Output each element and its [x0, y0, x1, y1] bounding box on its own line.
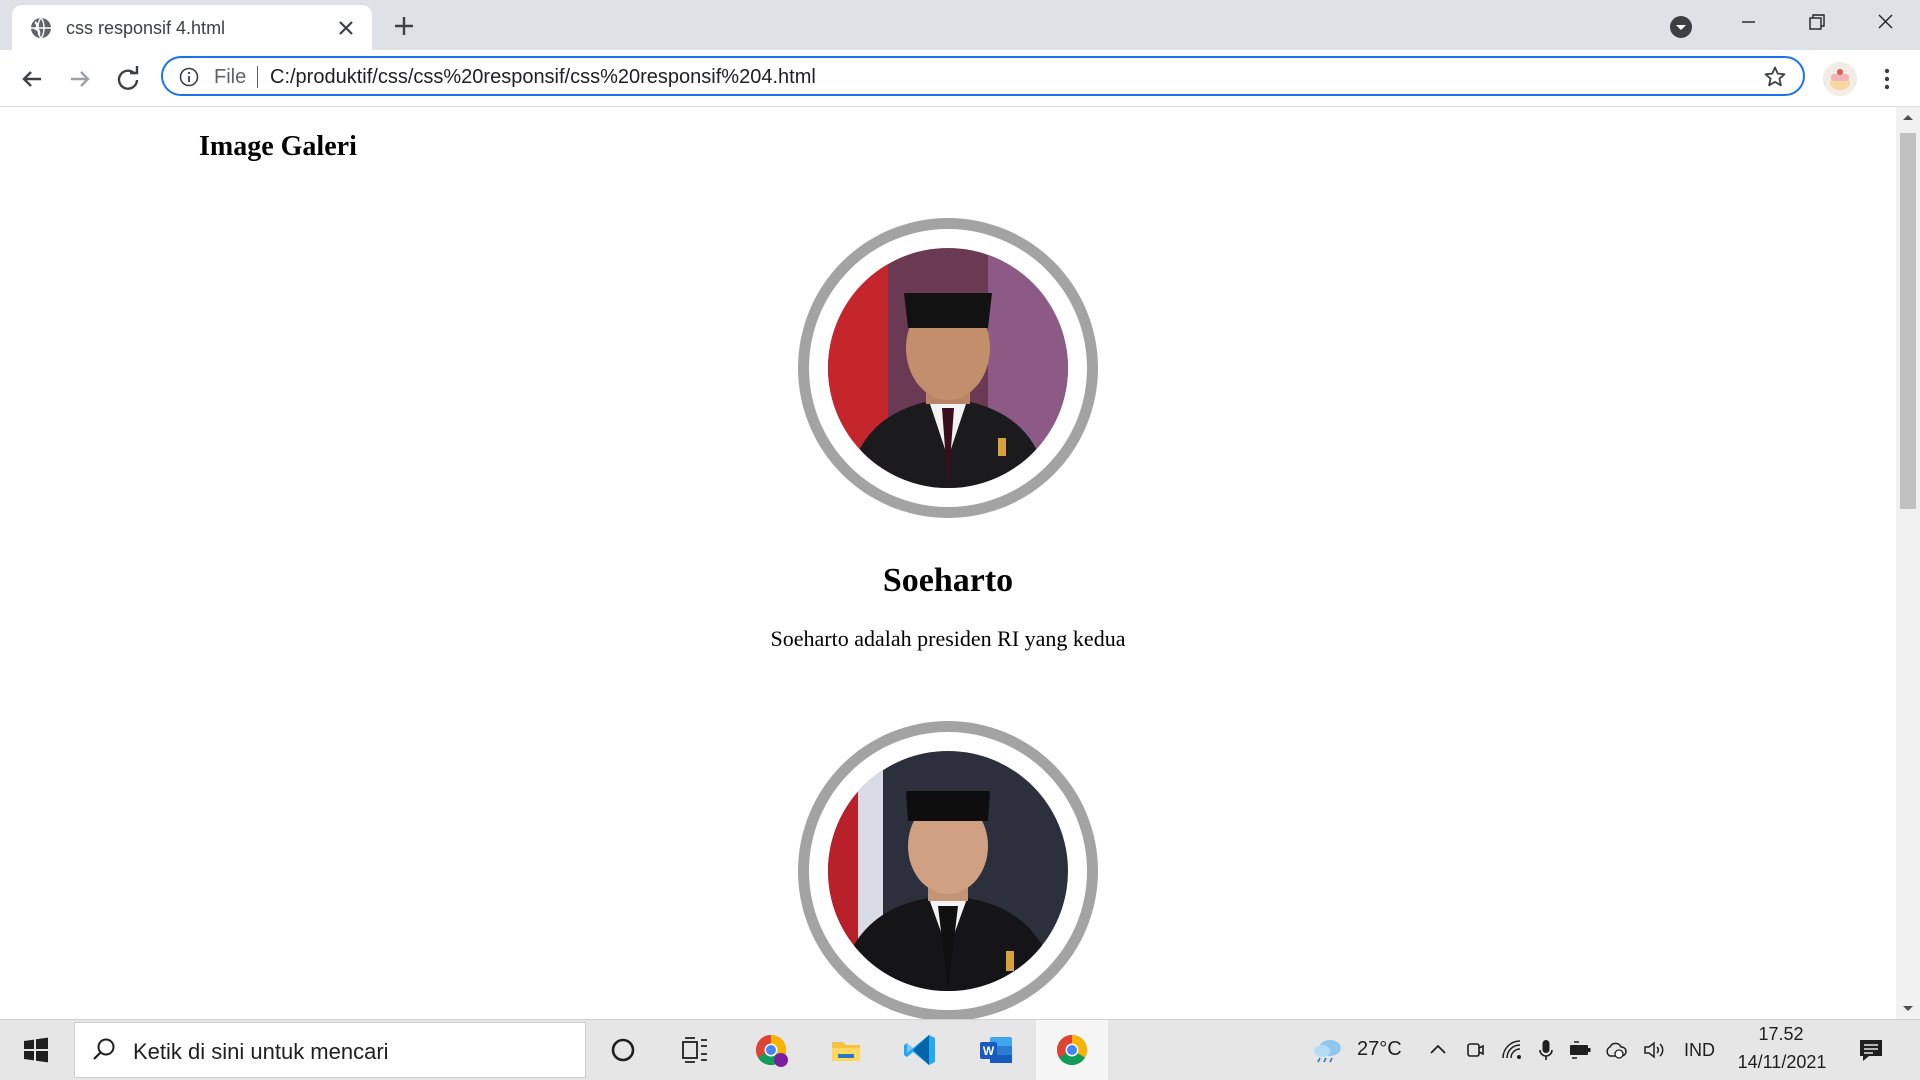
- globe-icon: [31, 17, 51, 39]
- tab-title: css responsif 4.html: [66, 18, 226, 38]
- url-text[interactable]: C:/produktif/css/css%20responsif/css%20r…: [270, 66, 816, 89]
- reload-icon[interactable]: [113, 64, 143, 94]
- more-menu-icon[interactable]: [1872, 64, 1902, 94]
- input-language[interactable]: IND: [1684, 1040, 1715, 1061]
- tab-search-icon[interactable]: [1668, 14, 1694, 40]
- file-explorer-icon[interactable]: [810, 1020, 882, 1080]
- word-icon[interactable]: W: [960, 1020, 1032, 1080]
- gallery-item: [0, 721, 1896, 1019]
- address-separator: [257, 66, 258, 88]
- task-view-icon[interactable]: [659, 1020, 731, 1080]
- photo-frame: [798, 721, 1098, 1019]
- minimize-icon[interactable]: [1713, 0, 1783, 46]
- search-placeholder: Ketik di sini untuk mencari: [133, 1039, 389, 1064]
- scroll-down-arrow-icon[interactable]: [1896, 999, 1920, 1019]
- person-description: Soeharto adalah presiden RI yang kedua: [770, 626, 1126, 651]
- profile-avatar-icon: [1823, 62, 1857, 96]
- chrome-icon[interactable]: [1036, 1020, 1108, 1080]
- portrait-photo: [828, 248, 1068, 488]
- photo-frame: [798, 218, 1098, 518]
- page-title: Image Galeri: [199, 131, 357, 162]
- gallery-item: Soeharto Soeharto adalah presiden RI yan…: [0, 218, 1896, 652]
- scroll-up-arrow-icon[interactable]: [1896, 107, 1920, 127]
- vscode-icon[interactable]: [885, 1020, 957, 1080]
- meet-now-icon[interactable]: [1463, 1038, 1487, 1062]
- portrait-photo: [828, 751, 1068, 991]
- chevron-up-icon[interactable]: [1426, 1038, 1450, 1062]
- close-window-icon[interactable]: [1850, 0, 1920, 46]
- scrollbar-thumb[interactable]: [1900, 133, 1916, 509]
- page-content: Image Galeri Soeharto Soeharto adalah pr…: [0, 107, 1896, 1019]
- new-tab-icon[interactable]: [390, 12, 418, 40]
- tab-strip: css responsif 4.html: [0, 0, 1920, 50]
- microphone-icon[interactable]: [1534, 1038, 1558, 1062]
- scheme-label: File: [214, 66, 247, 88]
- volume-icon[interactable]: [1642, 1038, 1666, 1062]
- forward-arrow-icon[interactable]: [65, 64, 95, 94]
- bookmark-star-icon[interactable]: [1763, 65, 1787, 89]
- search-icon: [93, 1038, 115, 1060]
- weather-cloud-icon[interactable]: [1310, 1034, 1346, 1064]
- chrome-profile-icon[interactable]: [735, 1020, 807, 1080]
- onedrive-icon[interactable]: [1604, 1038, 1628, 1062]
- clock-date[interactable]: 14/11/2021: [1730, 1052, 1834, 1073]
- network-icon[interactable]: [1500, 1038, 1524, 1062]
- svg-text:W: W: [983, 1044, 995, 1058]
- windows-taskbar: Ketik di sini untuk mencari W 27°C IND 1…: [0, 1019, 1920, 1080]
- clock-time[interactable]: 17.52: [1736, 1024, 1826, 1045]
- back-arrow-icon[interactable]: [17, 64, 47, 94]
- browser-toolbar: File C:/produktif/css/css%20responsif/cs…: [0, 50, 1920, 107]
- browser-tab[interactable]: css responsif 4.html: [12, 5, 372, 50]
- windows-start-icon[interactable]: [0, 1020, 70, 1080]
- temperature-label[interactable]: 27°C: [1357, 1038, 1402, 1061]
- close-tab-icon[interactable]: [335, 17, 357, 39]
- address-bar[interactable]: File C:/produktif/css/css%20responsif/cs…: [161, 56, 1805, 96]
- cortana-icon[interactable]: [587, 1020, 659, 1080]
- vertical-scrollbar[interactable]: [1896, 107, 1920, 1019]
- person-name: Soeharto: [882, 562, 1014, 599]
- info-icon[interactable]: [179, 67, 199, 87]
- notification-center-icon[interactable]: [1855, 1034, 1887, 1066]
- profile-avatar[interactable]: [1823, 62, 1857, 96]
- restore-icon[interactable]: [1781, 0, 1851, 46]
- taskbar-search-box[interactable]: Ketik di sini untuk mencari: [74, 1022, 586, 1078]
- battery-icon[interactable]: [1568, 1038, 1592, 1062]
